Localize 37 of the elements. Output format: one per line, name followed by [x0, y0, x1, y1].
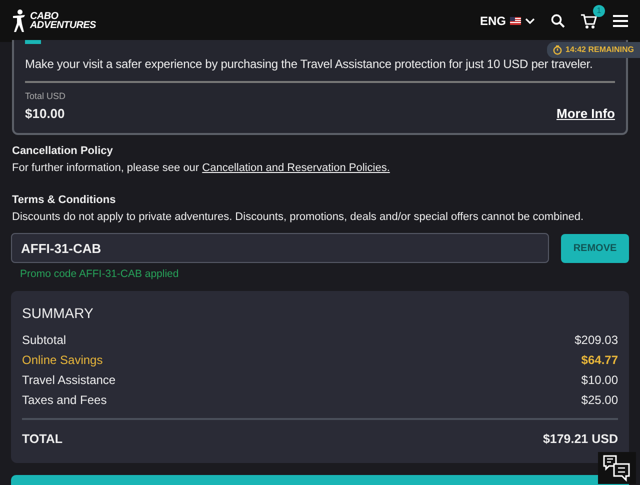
logo[interactable]: CABO ADVENTURES	[30, 12, 96, 30]
summary-amount: $25.00	[581, 392, 618, 409]
policy-title: Cancellation Policy	[12, 144, 114, 159]
summary-amount: $10.00	[581, 372, 618, 389]
policy-text: For further information, please see our Cancellation and Reservation Policies.	[12, 160, 391, 176]
summary-label: Travel Assistance	[22, 372, 116, 389]
language-selector[interactable]: ENG	[480, 12, 535, 30]
summary-title: SUMMARY	[22, 304, 94, 323]
chat-button[interactable]	[598, 452, 636, 484]
cart-icon[interactable]	[581, 14, 597, 30]
more-info-link[interactable]: More Info	[556, 104, 615, 123]
logo-figure-icon	[12, 9, 26, 33]
summary-amount: $64.77	[581, 352, 618, 369]
promo-applied-message: Promo code AFFI-31-CAB applied	[19, 267, 180, 282]
summary-label: Online Savings	[22, 352, 103, 369]
total-label: Total USD	[25, 90, 66, 103]
timer-text: 14:42 REMAINING	[566, 44, 634, 56]
chat-bubbles-icon	[602, 454, 632, 482]
menu-icon[interactable]	[613, 15, 628, 27]
accent-bar	[25, 40, 41, 44]
promo-code-field[interactable]: AFFI-31-CAB	[11, 233, 549, 263]
summary-label: Taxes and Fees	[22, 392, 107, 409]
policy-text: Discounts do not apply to private adventures. Discounts, promotions, deals and/or special offers cannot be combined.	[12, 210, 585, 224]
search-icon[interactable]	[551, 14, 565, 28]
chevron-down-icon	[525, 18, 535, 24]
policy-link[interactable]: Cancellation and Reservation Policies.	[202, 162, 390, 174]
total-amount: $10.00	[25, 104, 66, 122]
total-amount: $179.21 USD	[542, 430, 618, 448]
summary-amount: $209.03	[574, 332, 618, 349]
summary-label: Subtotal	[22, 332, 66, 349]
policy-title: Terms & Conditions	[12, 193, 117, 208]
stopwatch-icon	[552, 45, 562, 55]
flag-icon	[510, 17, 521, 25]
language-label: ENG	[480, 13, 506, 30]
cart-count-badge: 1	[593, 5, 605, 17]
travel-assistance-description: Make your visit a safer experience by purchasing the Travel Assistance protection for just 10 USD per traveler.	[25, 56, 594, 73]
total-label: TOTAL	[22, 430, 63, 448]
